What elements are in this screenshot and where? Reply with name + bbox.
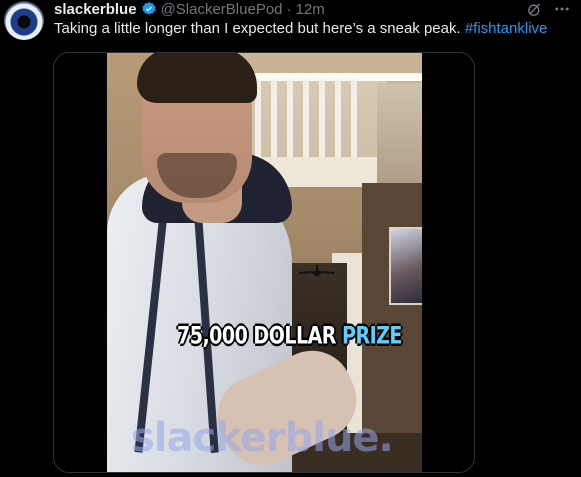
grok-icon[interactable] — [525, 0, 543, 18]
media-container[interactable]: 75,000 DOLLAR PRIZE slackerblue. — [53, 52, 475, 473]
video-frame-poster — [389, 227, 422, 305]
video-frame-baluster — [271, 79, 277, 159]
tweet: slackerblue @SlackerBluePod · 12m Taking… — [0, 0, 581, 477]
display-name[interactable]: slackerblue — [54, 1, 137, 18]
video-player[interactable]: 75,000 DOLLAR PRIZE slackerblue. — [107, 53, 422, 472]
video-frame-baluster — [351, 79, 357, 159]
tweet-body: Taking a little longer than I expected b… — [54, 20, 465, 37]
tweet-text: Taking a little longer than I expected b… — [54, 19, 574, 39]
verified-badge-icon — [141, 1, 157, 17]
more-icon[interactable] — [553, 0, 571, 18]
video-frame-baluster — [335, 79, 341, 159]
hashtag-link[interactable]: #fishtanklive — [465, 20, 548, 37]
ceiling-fan-icon — [298, 265, 336, 276]
video-frame-baluster — [303, 79, 309, 159]
video-frame-baluster — [287, 79, 293, 159]
timestamp[interactable]: 12m — [296, 1, 325, 18]
video-watermark: slackerblue. — [131, 415, 394, 461]
caption-highlight: PRIZE — [342, 322, 402, 350]
video-frame-baluster — [319, 79, 325, 159]
separator-dot: · — [286, 0, 292, 18]
header-actions — [525, 0, 571, 18]
tweet-header: slackerblue @SlackerBluePod · 12m — [54, 0, 325, 18]
avatar[interactable] — [4, 0, 44, 40]
caption-text: 75,000 DOLLAR — [177, 322, 343, 350]
video-caption: 75,000 DOLLAR PRIZE — [177, 322, 402, 350]
user-handle[interactable]: @SlackerBluePod — [161, 1, 283, 18]
person-hair — [137, 53, 257, 103]
